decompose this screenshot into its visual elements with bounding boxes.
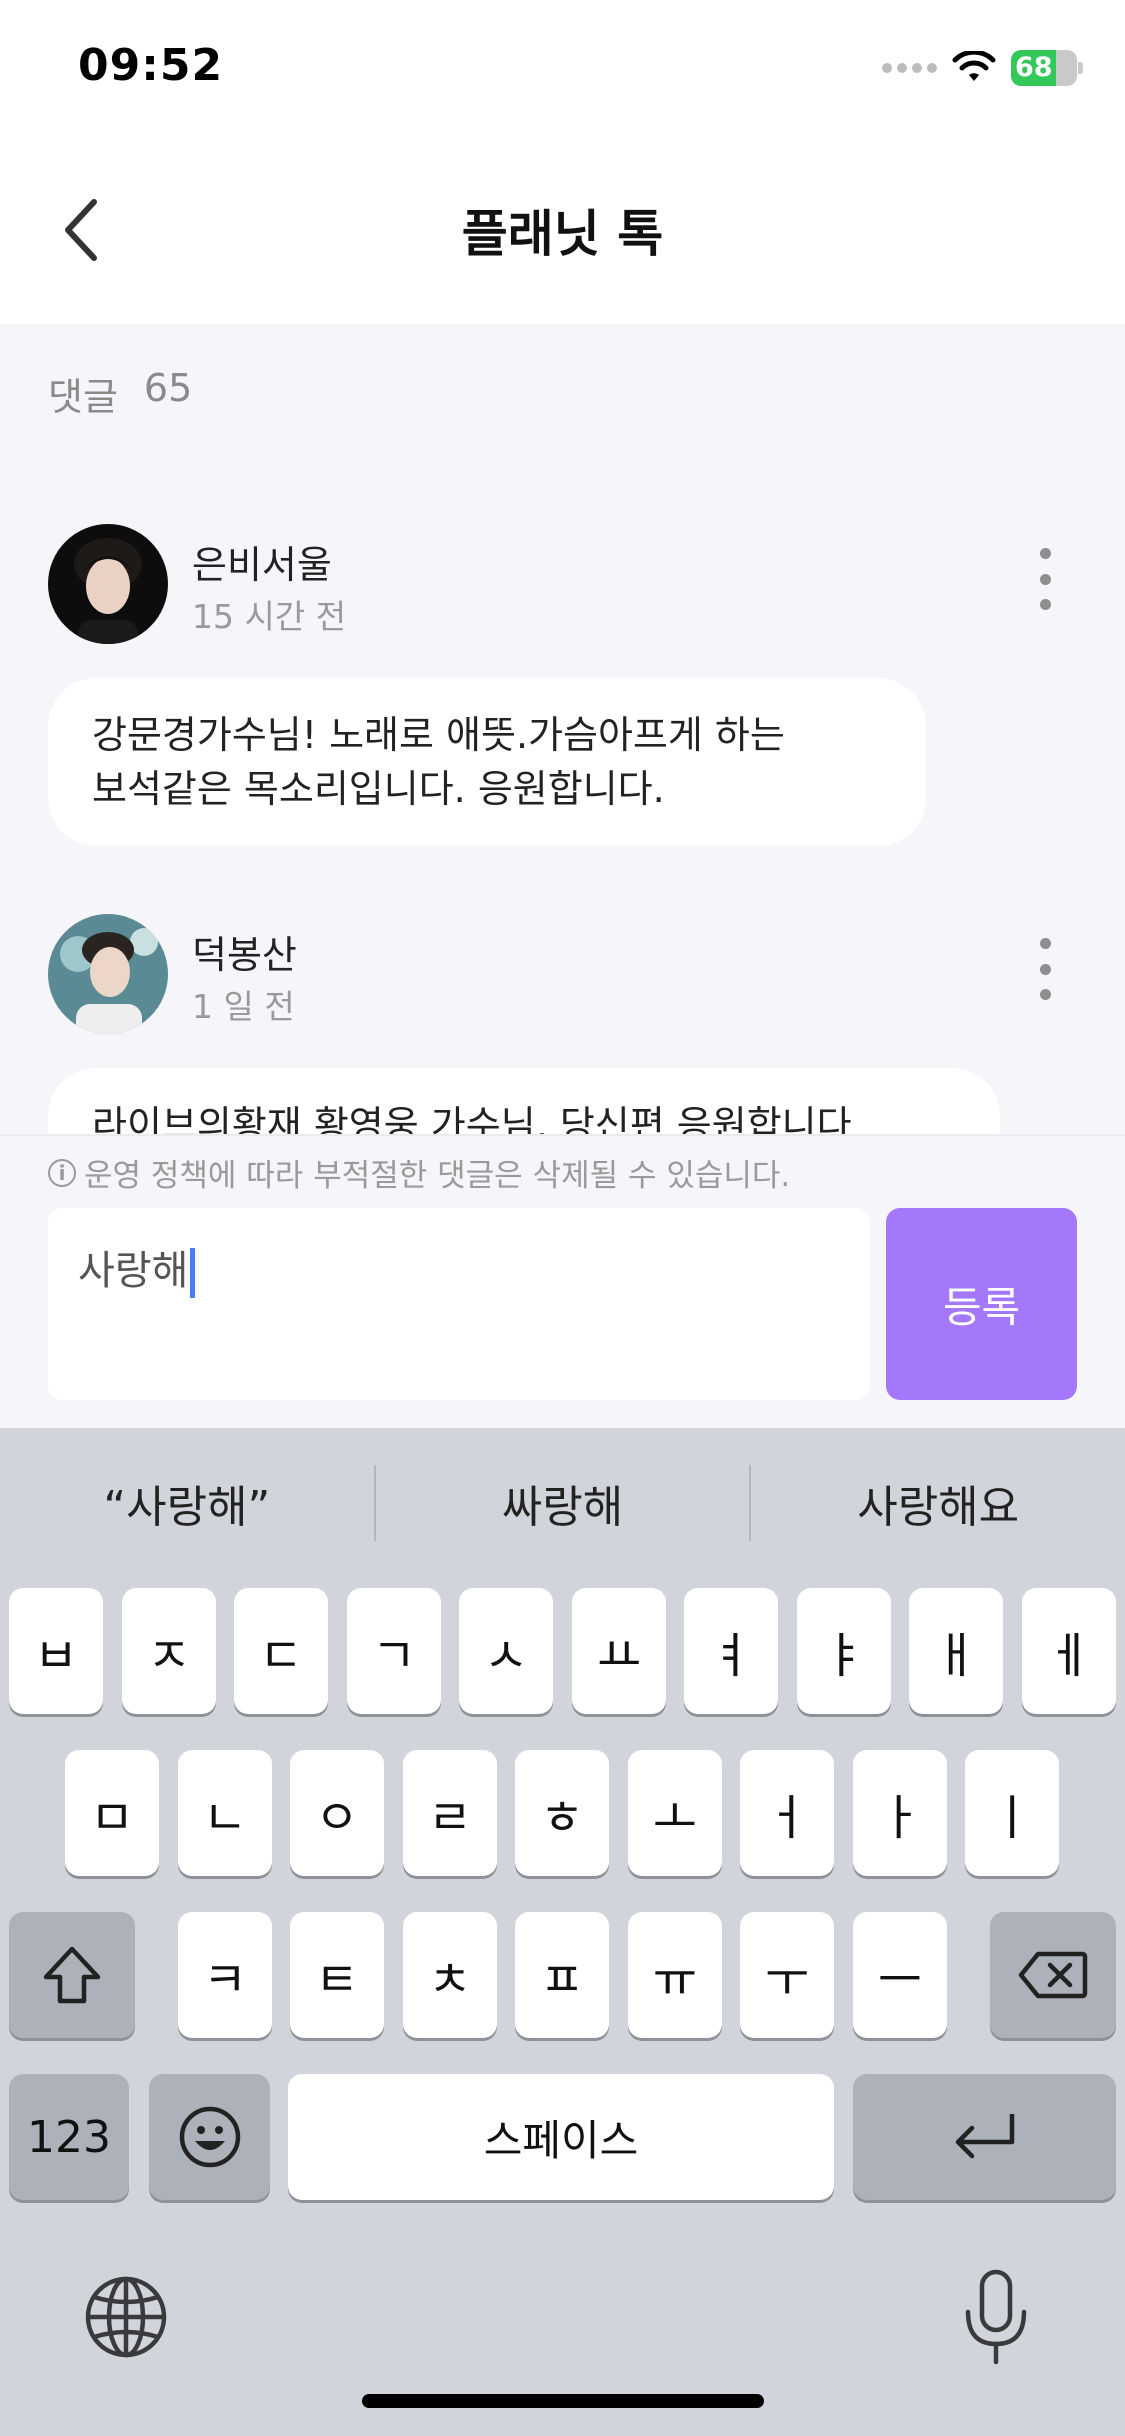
comment-text-line: 강문경가수님! 노래로 애뜻.가슴아프게 하는	[92, 713, 785, 757]
comment-count-value: 65	[143, 366, 193, 410]
screen: 09:52 68 플래닛 톡 댓글 65 은비서울 15 시간 전 강문경가수님…	[0, 0, 1125, 2436]
return-icon	[955, 2114, 1014, 2159]
key[interactable]: ㅜ	[740, 1912, 834, 2038]
policy-notice-text: 운영 정책에 따라 부적절한 댓글은 삭제될 수 있습니다.	[84, 1158, 791, 1194]
page-title: 플래닛 톡	[461, 205, 664, 263]
key[interactable]: ㅡ	[853, 1912, 947, 2038]
comment-input-value: 사랑해	[78, 1248, 189, 1294]
key[interactable]: ㅊ	[403, 1912, 497, 2038]
key[interactable]: ㅂ	[9, 1588, 103, 1714]
shift-key[interactable]	[9, 1912, 135, 2038]
key[interactable]: ㅓ	[740, 1750, 834, 1876]
comment-count: 댓글 65	[48, 366, 192, 421]
more-options-button[interactable]	[1025, 544, 1065, 614]
comment-timestamp: 15 시간 전	[192, 597, 347, 636]
text-caret	[190, 1248, 196, 1298]
microphone-icon	[965, 2269, 1027, 2365]
key[interactable]: ㅛ	[572, 1588, 666, 1714]
comment-bubble: 강문경가수님! 노래로 애뜻.가슴아프게 하는 보석같은 목소리입니다. 응원합…	[48, 678, 926, 846]
more-options-button[interactable]	[1025, 934, 1065, 1004]
key[interactable]: ㅣ	[965, 1750, 1059, 1876]
submit-button[interactable]: 등록	[886, 1208, 1077, 1400]
more-vertical-icon	[1039, 548, 1051, 559]
comment-author: 덕봉산	[192, 933, 297, 977]
key[interactable]: ㄷ	[234, 1588, 328, 1714]
key[interactable]: ㅠ	[628, 1912, 722, 2038]
key[interactable]: ㅔ	[1022, 1588, 1116, 1714]
suggestion-item[interactable]: “사랑해”	[0, 1471, 374, 1535]
globe-button[interactable]	[80, 2271, 172, 2363]
status-time: 09:52	[78, 40, 224, 91]
key[interactable]: ㅁ	[65, 1750, 159, 1876]
status-icons: 68	[882, 48, 1083, 88]
comment-compose-area: i 운영 정책에 따라 부적절한 댓글은 삭제될 수 있습니다. 사랑해 등록	[0, 1134, 1125, 1428]
suggestion-bar: “사랑해” 싸랑해 사랑해요	[0, 1428, 1125, 1578]
emoji-icon	[179, 2106, 240, 2168]
comment-input[interactable]: 사랑해	[48, 1208, 870, 1400]
comment-author: 은비서울	[192, 543, 332, 587]
more-vertical-icon	[1039, 938, 1051, 949]
key[interactable]: ㄹ	[403, 1750, 497, 1876]
header: 플래닛 톡	[0, 130, 1125, 324]
space-key[interactable]: 스페이스	[288, 2074, 834, 2200]
globe-icon	[85, 2276, 167, 2358]
comment-text-line: 라이브의황재 황영웅 가수님, 당신편 응원합니다	[92, 1103, 852, 1134]
key[interactable]: ㅎ	[515, 1750, 609, 1876]
keyboard: “사랑해” 싸랑해 사랑해요 ㅂ ㅈ ㄷ ㄱ ㅅ ㅛ ㅕ ㅑ ㅐ ㅔ ㅁ ㄴ ㅇ…	[0, 1428, 1125, 2436]
microphone-button[interactable]	[960, 2266, 1032, 2370]
home-indicator[interactable]	[362, 2394, 764, 2408]
suggestion-item[interactable]: 사랑해요	[751, 1471, 1125, 1535]
key[interactable]: ㅏ	[853, 1750, 947, 1876]
key[interactable]: ㄴ	[178, 1750, 272, 1876]
shift-icon	[43, 1946, 101, 2004]
numbers-key[interactable]: 123	[9, 2074, 129, 2200]
comment-text-line: 보석같은 목소리입니다. 응원합니다.	[92, 767, 665, 811]
comment-list[interactable]: 댓글 65 은비서울 15 시간 전 강문경가수님! 노래로 애뜻.가슴아프게 …	[0, 324, 1125, 1134]
policy-notice: i 운영 정책에 따라 부적절한 댓글은 삭제될 수 있습니다.	[48, 1150, 790, 1195]
avatar[interactable]	[48, 524, 168, 644]
suggestion-item[interactable]: 싸랑해	[376, 1471, 750, 1535]
key[interactable]: ㅋ	[178, 1912, 272, 2038]
key[interactable]: ㅇ	[290, 1750, 384, 1876]
key[interactable]: ㅕ	[684, 1588, 778, 1714]
info-icon: i	[48, 1158, 76, 1187]
battery-charging-icon: 68	[1011, 50, 1083, 86]
wifi-icon	[952, 51, 996, 81]
key[interactable]: ㅈ	[122, 1588, 216, 1714]
emoji-key[interactable]	[149, 2074, 270, 2200]
comment-bubble: 라이브의황재 황영웅 가수님, 당신편 응원합니다	[48, 1068, 1000, 1134]
key[interactable]: ㅑ	[797, 1588, 891, 1714]
comment-timestamp: 1 일 전	[192, 987, 295, 1026]
key[interactable]: ㅅ	[459, 1588, 553, 1714]
delete-icon	[1018, 1951, 1088, 1999]
signal-dots-icon	[882, 63, 937, 73]
key[interactable]: ㅐ	[909, 1588, 1003, 1714]
status-bar: 09:52 68	[0, 0, 1125, 130]
avatar[interactable]	[48, 914, 168, 1034]
key[interactable]: ㅗ	[628, 1750, 722, 1876]
return-key[interactable]	[853, 2074, 1116, 2200]
key[interactable]: ㅌ	[290, 1912, 384, 2038]
key[interactable]: ㄱ	[347, 1588, 441, 1714]
comment-count-label: 댓글	[48, 375, 118, 419]
key[interactable]: ㅍ	[515, 1912, 609, 2038]
battery-percent: 68	[1015, 52, 1053, 83]
delete-key[interactable]	[990, 1912, 1116, 2038]
